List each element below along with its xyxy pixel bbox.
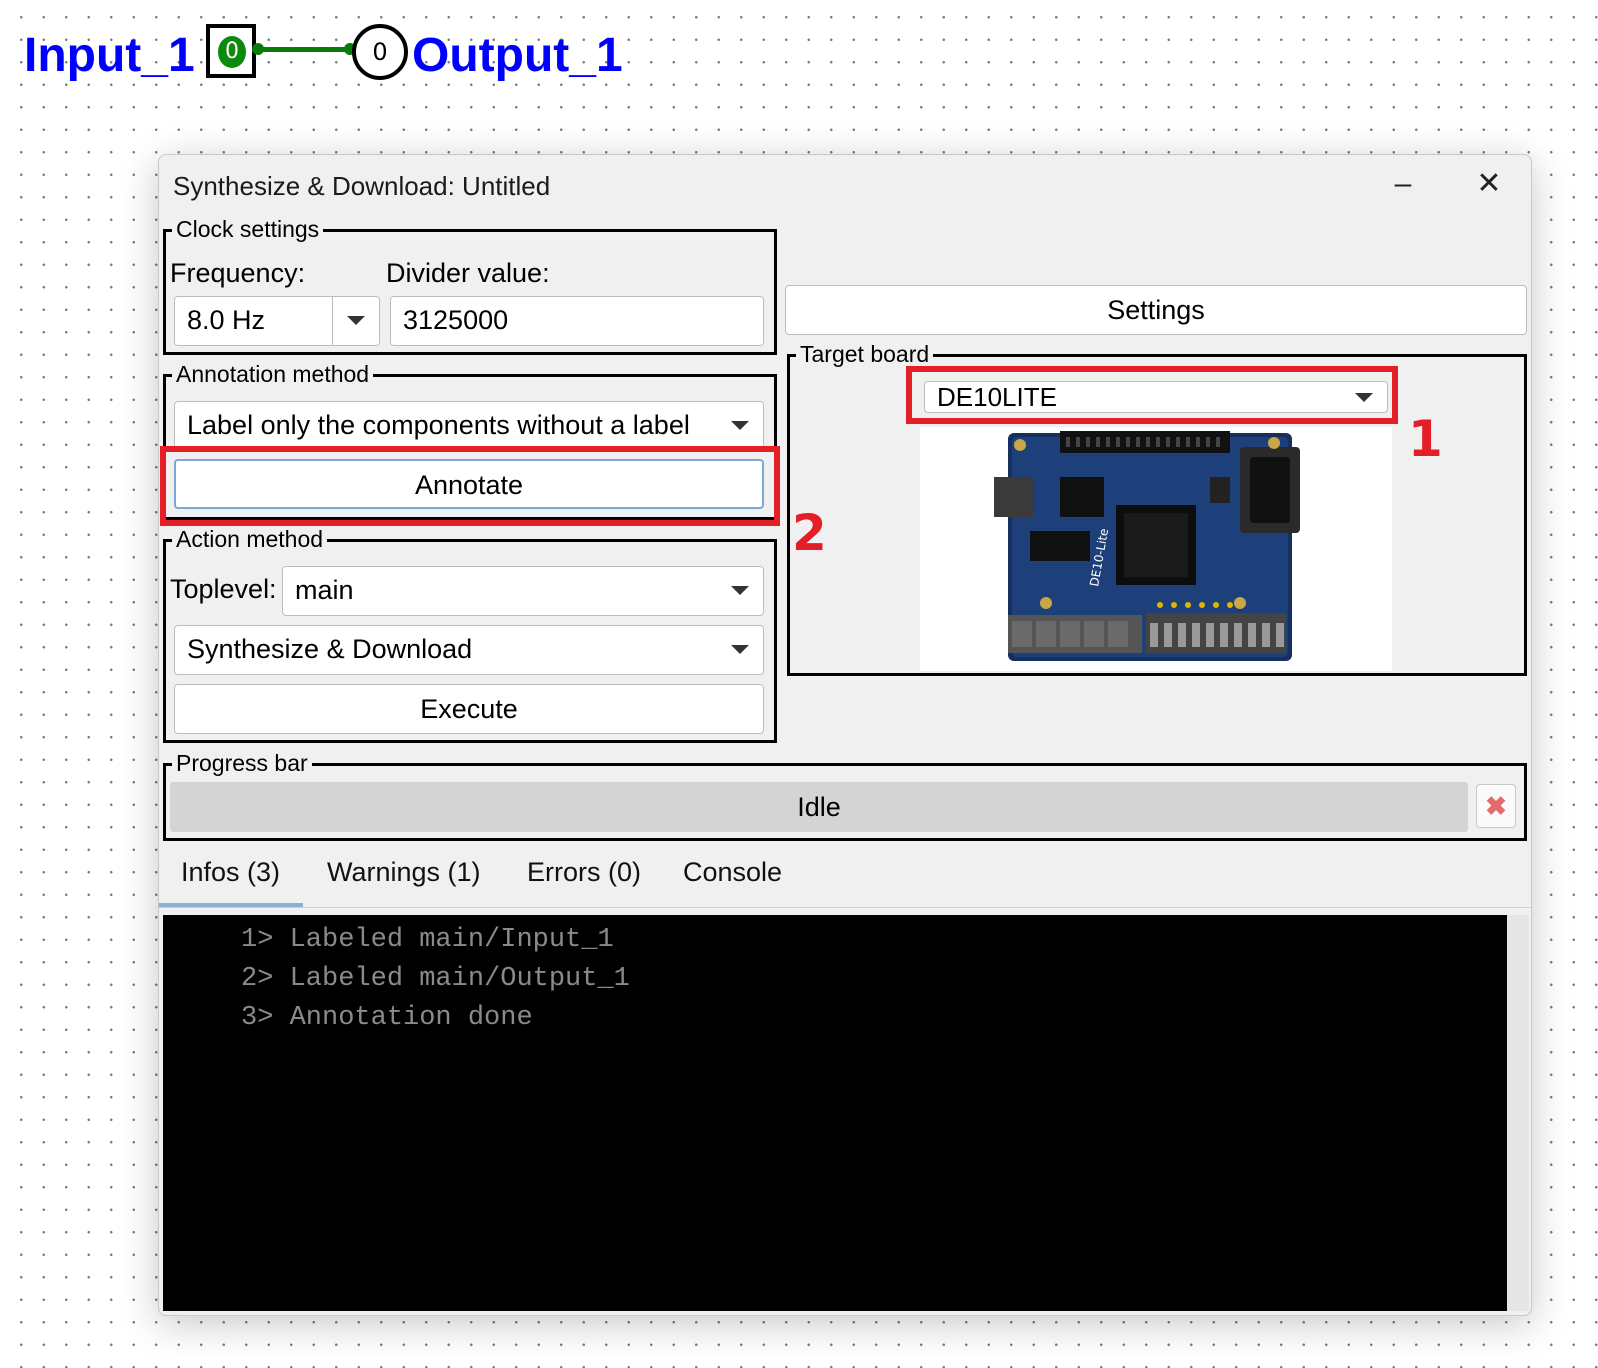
- input-pin-value: 0: [218, 36, 246, 68]
- frequency-select[interactable]: 8.0 Hz: [174, 296, 380, 346]
- dialog-title: Synthesize & Download: Untitled: [173, 171, 551, 201]
- output-pin-label: Output_1: [412, 29, 623, 82]
- annotation-method-value: Label only the components without a labe…: [187, 410, 690, 440]
- callout-2: 2: [792, 504, 827, 562]
- wire[interactable]: [258, 47, 354, 52]
- wire-endpoint: [252, 43, 264, 55]
- frequency-value: 8.0 Hz: [187, 305, 266, 335]
- divider-value: 3125000: [403, 305, 509, 335]
- tab-errors[interactable]: Errors (0): [527, 857, 641, 888]
- minimize-button[interactable]: –: [1373, 163, 1433, 205]
- close-button[interactable]: ✕: [1459, 163, 1519, 205]
- highlight-target-board: [906, 366, 1398, 424]
- action-select[interactable]: Synthesize & Download: [174, 625, 764, 675]
- tab-console[interactable]: Console: [683, 857, 782, 888]
- chevron-down-icon: [731, 645, 749, 654]
- toplevel-value: main: [295, 575, 354, 605]
- progress-status: Idle: [797, 792, 841, 822]
- tab-infos[interactable]: Infos (3): [181, 857, 280, 888]
- action-method-label: Action method: [172, 524, 328, 554]
- action-method-group: Action method Toplevel: main Synthesize …: [163, 524, 777, 743]
- progress-bar-group: Progress bar Idle ✖: [163, 748, 1527, 841]
- chevron-down-icon: [731, 586, 749, 595]
- execute-button[interactable]: Execute: [174, 684, 764, 734]
- chevron-down-icon: [347, 316, 365, 325]
- target-board-label: Target board: [796, 339, 934, 369]
- progress-bar-label: Progress bar: [172, 748, 312, 778]
- toplevel-label: Toplevel:: [170, 574, 277, 604]
- console-scrollbar[interactable]: [1507, 915, 1529, 1311]
- output-pin-value: 0: [372, 38, 388, 66]
- synthesize-download-dialog: Synthesize & Download: Untitled – ✕ Cloc…: [158, 154, 1532, 1316]
- title-bar[interactable]: Synthesize & Download: Untitled – ✕: [159, 155, 1531, 213]
- input-pin-label: Input_1: [24, 29, 195, 82]
- console-output[interactable]: 1> Labeled main/Input_1 2> Labeled main/…: [163, 915, 1507, 1311]
- divider-input[interactable]: 3125000: [390, 296, 764, 346]
- console-line: 2> Labeled main/Output_1: [241, 964, 630, 994]
- frequency-label: Frequency:: [170, 258, 306, 288]
- console-line: 3> Annotation done: [241, 1003, 533, 1033]
- clock-settings-label: Clock settings: [172, 214, 324, 244]
- clock-settings-group: Clock settings Frequency: Divider value:…: [163, 214, 777, 355]
- chevron-down-icon: [731, 421, 749, 430]
- settings-button[interactable]: Settings: [785, 285, 1527, 335]
- callout-1: 1: [1408, 410, 1443, 468]
- dropdown-separator: [332, 297, 333, 345]
- highlight-annotate: [160, 446, 780, 526]
- tabs-divider: [159, 907, 1531, 908]
- toplevel-select[interactable]: main: [282, 566, 764, 616]
- action-value: Synthesize & Download: [187, 634, 473, 664]
- annotation-method-select[interactable]: Label only the components without a labe…: [174, 401, 764, 451]
- board-image: DE10-Lite: [920, 427, 1392, 671]
- tab-warnings[interactable]: Warnings (1): [327, 857, 481, 888]
- output-pin[interactable]: 0: [352, 24, 408, 80]
- input-pin[interactable]: 0: [206, 24, 256, 78]
- console-line: 1> Labeled main/Input_1: [241, 925, 614, 955]
- progress-bar: Idle: [170, 782, 1468, 832]
- cancel-icon[interactable]: ✖: [1476, 784, 1516, 828]
- fpga-board-icon: DE10-Lite: [994, 431, 1300, 661]
- divider-label: Divider value:: [386, 258, 550, 288]
- annotation-method-label: Annotation method: [172, 359, 374, 389]
